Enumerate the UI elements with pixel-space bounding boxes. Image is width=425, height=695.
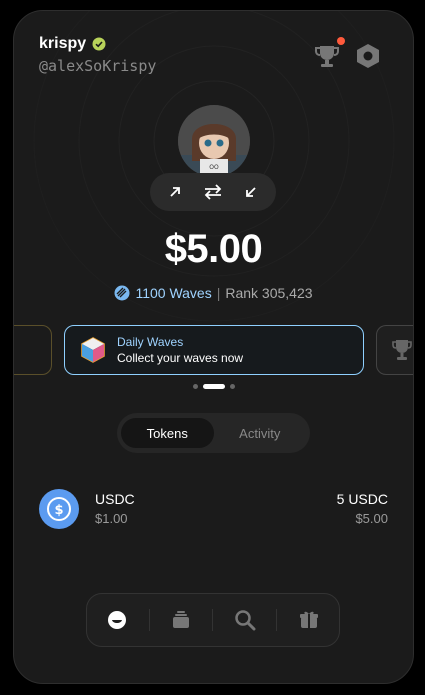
svg-text:OO: OO xyxy=(209,164,219,171)
rank: Rank 305,423 xyxy=(225,285,313,301)
carousel-dot[interactable] xyxy=(192,384,198,389)
swap-button[interactable] xyxy=(202,181,224,203)
username: krispy xyxy=(39,35,87,52)
trophy-icon xyxy=(392,340,412,360)
nav-collection[interactable] xyxy=(168,607,194,633)
receive-button[interactable] xyxy=(240,181,262,203)
nav-search[interactable] xyxy=(232,607,258,633)
tab-bar: Tokens Activity xyxy=(117,413,310,453)
daily-waves-subtitle: Collect your waves now xyxy=(117,351,244,365)
waves-icon xyxy=(114,285,130,301)
token-value: $5.00 xyxy=(355,511,388,526)
carousel-card-previous[interactable] xyxy=(14,325,52,375)
search-icon xyxy=(235,610,256,631)
usdc-icon: $ xyxy=(39,489,79,529)
profile-header: krispy xyxy=(39,35,106,53)
nav-divider xyxy=(276,609,278,631)
tab-activity[interactable]: Activity xyxy=(214,418,307,448)
nav-divider xyxy=(148,609,150,631)
carousel-indicator xyxy=(14,384,413,389)
carousel-dot[interactable] xyxy=(229,384,235,389)
daily-waves-card[interactable]: Daily Waves Collect your waves now xyxy=(64,325,364,375)
nav-rewards[interactable] xyxy=(296,607,322,633)
daily-waves-title: Daily Waves xyxy=(117,335,184,349)
avatar[interactable]: OO xyxy=(178,105,250,177)
token-amount: 5 USDC xyxy=(336,491,388,507)
separator: | xyxy=(216,285,221,301)
arrow-down-left-icon xyxy=(246,187,256,197)
user-handle: @alexSoKrispy xyxy=(39,57,157,75)
waves-count[interactable]: 1100 Waves xyxy=(135,285,211,301)
bottom-nav xyxy=(86,593,340,647)
cube-icon xyxy=(81,337,105,363)
carousel-dot-active[interactable] xyxy=(202,384,225,389)
avatar-image: OO xyxy=(178,105,250,177)
nav-divider xyxy=(212,609,214,631)
send-button[interactable] xyxy=(164,181,186,203)
arrow-up-right-icon xyxy=(170,187,180,197)
settings-hex-icon[interactable] xyxy=(355,43,381,69)
gift-icon xyxy=(299,611,318,628)
token-name: USDC xyxy=(95,491,135,507)
notification-dot xyxy=(337,37,345,45)
daily-waves-text: Daily Waves Collect your waves now xyxy=(117,335,243,365)
nav-home[interactable] xyxy=(104,607,130,633)
waves-rank-row: 1100 Waves | Rank 305,423 xyxy=(14,285,413,301)
swap-arrows-icon xyxy=(204,184,222,200)
smile-icon xyxy=(108,611,127,629)
balance-amount: $5.00 xyxy=(164,227,263,271)
token-row[interactable]: $ USDC $1.00 5 USDC $5.00 xyxy=(39,489,388,529)
stack-icon xyxy=(173,611,190,628)
verified-badge-icon xyxy=(92,37,106,51)
wallet-actions xyxy=(150,173,276,211)
trophy-icon[interactable] xyxy=(312,41,342,71)
carousel-card-next[interactable] xyxy=(376,325,413,375)
tab-tokens[interactable]: Tokens xyxy=(121,418,214,448)
svg-text:$: $ xyxy=(54,503,63,518)
token-price: $1.00 xyxy=(95,511,128,526)
wallet-screen: krispy @alexSoKrispy OO $5.00 1100 Waves… xyxy=(13,10,414,684)
